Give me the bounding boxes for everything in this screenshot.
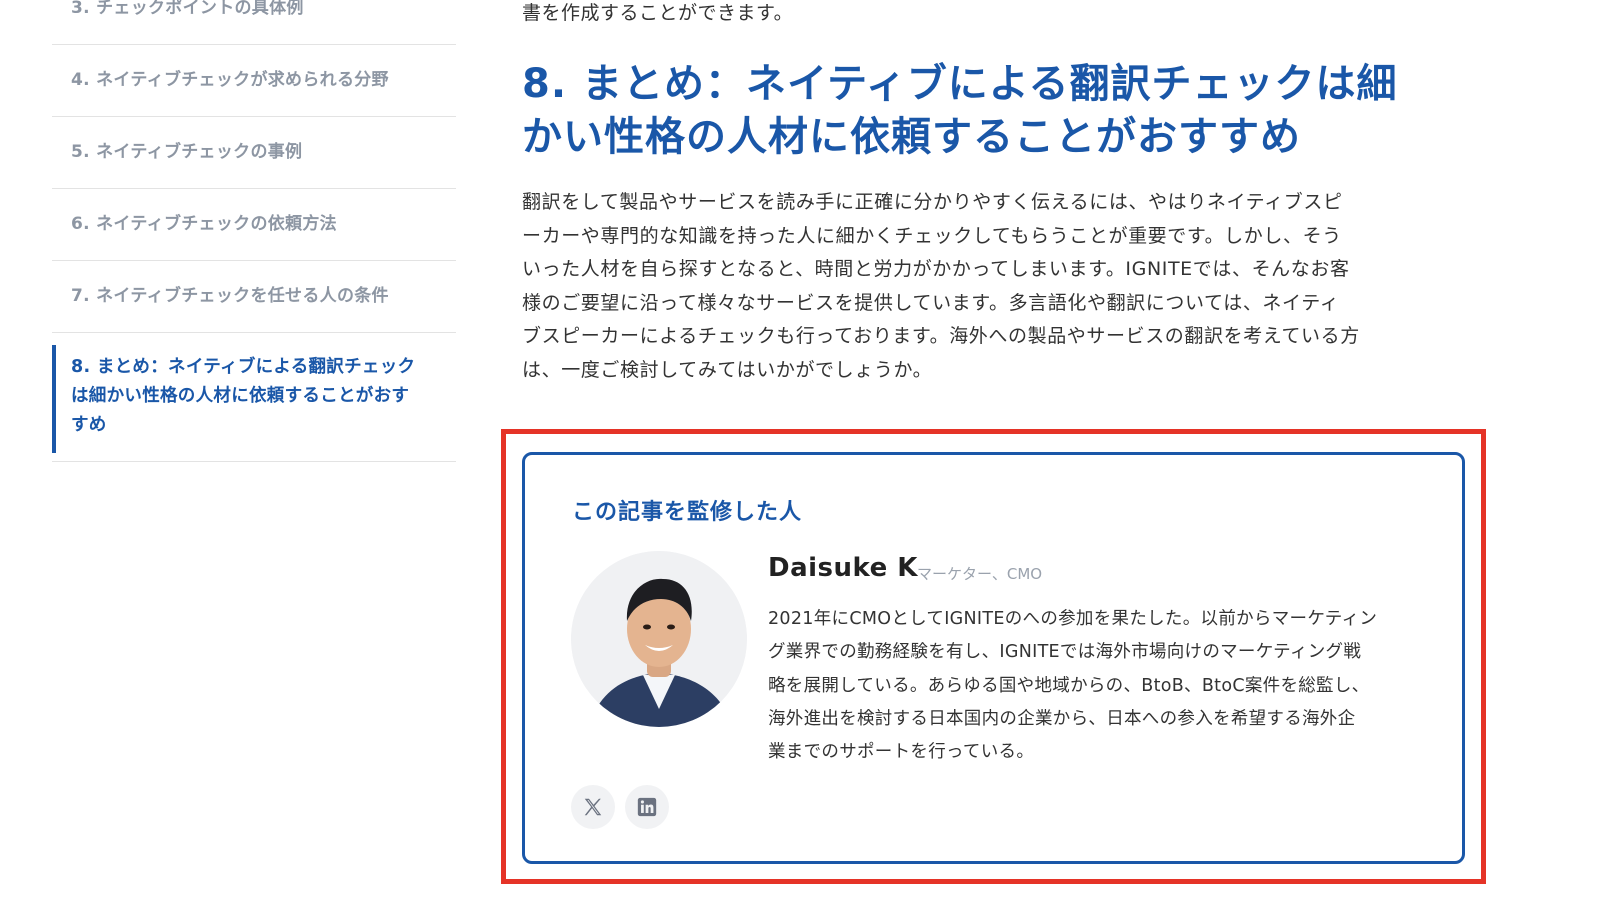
paragraph-line: は、一度ご検討してみてはいかがでしょうか。 [522,358,933,381]
author-bio-line: 略を展開している。あらゆる国や地域からの、BtoB、BtoC案件を総監し、 [768,675,1370,696]
toc-item-label-line: すめ [71,415,107,435]
author-avatar [571,551,747,727]
previous-paragraph-tail: 書を作成することができます。 [522,2,794,24]
linkedin-link-button[interactable] [625,785,669,829]
toc-item-label: 6. ネイティブチェックの依頼方法 [71,214,337,234]
toc-item-4[interactable]: 4. ネイティブチェックが求められる分野 [52,45,456,117]
section-paragraph: 翻訳をして製品やサービスを読み手に正確に分かりやすく伝えるには、やはりネイティブ… [522,186,1472,387]
paragraph-line: 様のご要望に沿って様々なサービスを提供しています。多言語化や翻訳については、ネイ… [522,291,1340,314]
paragraph-line: ブスピーカーによるチェックも行っております。海外への製品やサービスの翻訳を考えて… [522,325,1360,347]
toc-item-label: 5. ネイティブチェックの事例 [71,142,303,162]
paragraph-line: 翻訳をして製品やサービスを読み手に正確に分かりやすく伝えるには、やはりネイティブ… [522,191,1343,213]
author-bio-line: グ業界での勤務経験を有し、IGNITEでは海外市場向けのマーケティング戦 [768,642,1362,663]
author-role: マーケター、CMO [917,565,1043,583]
toc-item-7[interactable]: 7. ネイティブチェックを任せる人の条件 [52,261,456,333]
toc-item-8-active[interactable]: 8. まとめ：ネイティブによる翻訳チェック は細かい性格の人材に依頼することがお… [52,333,456,462]
section-heading-line: 8. まとめ：ネイティブによる翻訳チェックは細 [522,61,1398,107]
toc-item-label-line: 8. まとめ：ネイティブによる翻訳チェック [71,357,416,377]
author-bio-line: 2021年にCMOとしてIGNITEのへの参加を果たした。以前からマーケティン [768,609,1378,629]
author-photo-icon [571,551,747,727]
section-heading-line: かい性格の人材に依頼することがおすすめ [522,114,1301,160]
author-bio-line: 業までのサポートを行っている。 [768,742,1035,763]
paragraph-line: ーカーや専門的な知識を持った人に細かくチェックしてもらうことが重要です。しかし、… [522,224,1342,247]
toc-item-label: 3. チェックポイントの具体例 [71,0,304,18]
toc-item-label: 7. ネイティブチェックを任せる人の条件 [71,286,389,306]
x-link-button[interactable] [571,785,615,829]
author-card-heading: この記事を監修した人 [572,500,803,525]
toc-item-3[interactable]: 3. チェックポイントの具体例 [52,0,456,45]
toc-item-6[interactable]: 6. ネイティブチェックの依頼方法 [52,189,456,261]
paragraph-line: いった人材を自ら探すとなると、時間と労力がかかってしまいます。IGNITEでは、… [522,258,1350,280]
linkedin-icon [637,797,657,817]
x-icon [584,798,602,816]
active-indicator [52,345,56,453]
toc-item-label-line: は細かい性格の人材に依頼することがおす [71,386,410,406]
author-card: この記事を監修した人 Daisuke K マーケター、CMO 2021年にCMO… [522,452,1465,864]
toc-item-5[interactable]: 5. ネイティブチェックの事例 [52,117,456,189]
author-bio-line: 海外進出を検討する日本国内の企業から、日本への参入を希望する海外企 [768,708,1356,729]
toc-item-label: 4. ネイティブチェックが求められる分野 [71,70,389,90]
author-name: Daisuke K [768,553,918,583]
author-bio: 2021年にCMOとしてIGNITEのへの参加を果たした。以前からマーケティン … [768,603,1428,769]
section-heading: 8. まとめ：ネイティブによる翻訳チェックは細 かい性格の人材に依頼することがお… [522,58,1482,164]
